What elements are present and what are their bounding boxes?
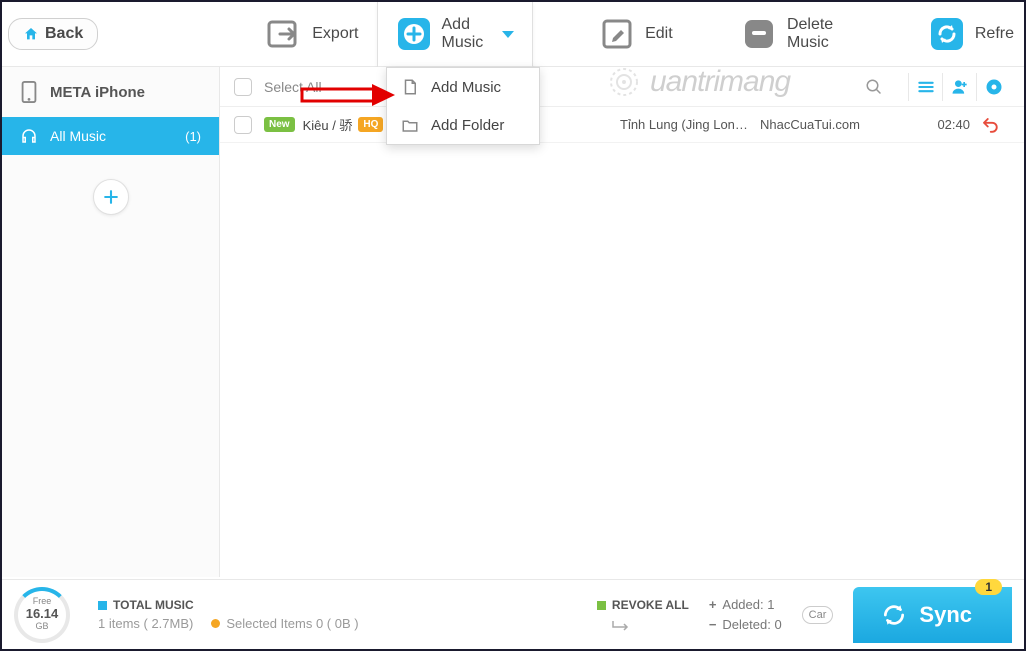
edit-label: Edit: [645, 25, 673, 43]
edit-button[interactable]: Edit: [581, 2, 691, 67]
storage-meter: Free 16.14 GB: [14, 587, 70, 643]
dot-icon: [98, 601, 107, 610]
sync-button[interactable]: 1 Sync: [853, 587, 1012, 643]
change-stats: +Added: 1 −Deleted: 0: [709, 595, 782, 634]
headphones-icon: [20, 127, 38, 145]
revoke-all-label: REVOKE ALL: [612, 598, 689, 612]
edit-icon: [599, 16, 635, 52]
select-all-label: Select All: [264, 79, 322, 95]
toolbar: Back Export Add Music Edit Delete Music …: [2, 2, 1024, 67]
all-music-label: All Music: [50, 128, 106, 144]
row-checkbox[interactable]: [234, 116, 252, 134]
undo-button[interactable]: [970, 116, 1010, 134]
deleted-label: Deleted: 0: [722, 615, 781, 635]
back-label: Back: [45, 25, 83, 43]
badge-hq: HQ: [358, 117, 383, 132]
delete-music-icon: [741, 16, 777, 52]
list-icon: [916, 77, 936, 97]
track-artist: Tỉnh Lung (Jing Long),...: [620, 117, 750, 132]
add-music-button[interactable]: Add Music: [377, 2, 533, 67]
storage-unit: GB: [35, 622, 48, 632]
list-header: Select All: [220, 67, 1024, 107]
all-music-count: (1): [185, 129, 201, 144]
content-area: Select All: [220, 67, 1024, 577]
export-button[interactable]: Export: [248, 2, 376, 67]
sync-label: Sync: [919, 602, 972, 628]
sync-icon: [881, 602, 907, 628]
search-button[interactable]: [854, 73, 894, 101]
plus-icon: +: [709, 595, 717, 615]
plus-icon: [101, 187, 121, 207]
dot-icon: [597, 601, 606, 610]
badge-new: New: [264, 117, 295, 132]
contact-view-button[interactable]: [942, 73, 976, 101]
track-duration: 02:40: [910, 117, 970, 132]
total-music-value: 1 items ( 2.7MB): [98, 616, 193, 631]
disc-view-button[interactable]: [976, 73, 1010, 101]
total-music-label: TOTAL MUSIC: [113, 598, 194, 612]
refresh-label: Refre: [975, 25, 1014, 43]
search-icon: [865, 78, 883, 96]
add-music-label: Add Music: [442, 16, 488, 52]
add-music-icon: [396, 16, 432, 52]
minus-icon: −: [709, 615, 717, 635]
dropdown-add-folder-label: Add Folder: [431, 117, 504, 134]
device-name: META iPhone: [50, 84, 145, 101]
list-view-button[interactable]: [908, 73, 942, 101]
refresh-button[interactable]: Refre: [911, 2, 1018, 67]
selected-items-label: Selected Items 0 ( 0B ): [226, 616, 358, 631]
storage-value: 16.14: [26, 607, 59, 621]
revoke-arrow-icon: [611, 619, 631, 631]
undo-icon: [981, 116, 999, 134]
added-label: Added: 1: [722, 595, 774, 615]
dropdown-add-folder[interactable]: Add Folder: [387, 106, 539, 144]
dropdown-caret-icon: [502, 31, 514, 38]
add-playlist-button[interactable]: [93, 179, 129, 215]
dropdown-add-music-label: Add Music: [431, 79, 501, 96]
sidebar-all-music[interactable]: All Music (1): [2, 117, 219, 155]
back-button[interactable]: Back: [8, 18, 98, 50]
table-row[interactable]: New Kiêu / 骄 HQ MP3 Tỉnh Lung (Jing Long…: [220, 107, 1024, 143]
sync-badge: 1: [975, 579, 1002, 595]
select-all-checkbox[interactable]: [234, 78, 252, 96]
car-badge[interactable]: Car: [802, 606, 834, 624]
track-album: NhacCuaTui.com: [760, 117, 880, 132]
home-icon: [23, 26, 39, 42]
footer: Free 16.14 GB TOTAL MUSIC 1 items ( 2.7M…: [2, 579, 1024, 649]
refresh-icon: [929, 16, 965, 52]
device-row[interactable]: META iPhone: [2, 67, 219, 117]
add-music-dropdown: Add Music Add Folder: [386, 67, 540, 145]
delete-music-button[interactable]: Delete Music: [723, 2, 871, 67]
export-label: Export: [312, 25, 358, 43]
disc-icon: [984, 77, 1004, 97]
delete-music-label: Delete Music: [787, 16, 853, 52]
track-name: Kiêu / 骄: [303, 115, 353, 134]
export-icon: [266, 16, 302, 52]
person-icon: [950, 77, 970, 97]
sidebar: META iPhone All Music (1): [2, 67, 220, 577]
file-icon: [401, 78, 419, 96]
dropdown-add-music[interactable]: Add Music: [387, 68, 539, 106]
folder-icon: [401, 116, 419, 134]
dot-icon: [211, 619, 220, 628]
phone-icon: [20, 81, 38, 103]
